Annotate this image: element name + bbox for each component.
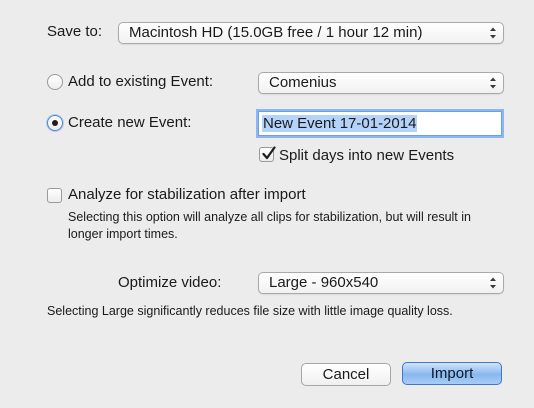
- new-event-name-value: New Event 17-01-2014: [262, 115, 418, 132]
- save-to-label: Save to:: [47, 23, 103, 40]
- optimize-video-label: Optimize video:: [118, 274, 222, 291]
- new-event-radio[interactable]: [47, 115, 63, 131]
- save-to-value: Macintosh HD (15.0GB free / 1 hour 12 mi…: [129, 24, 423, 41]
- stabilization-checkbox[interactable]: [47, 188, 62, 203]
- stabilization-description: Selecting this option will analyze all c…: [68, 210, 471, 241]
- new-event-label: Create new Event:: [68, 114, 192, 131]
- existing-event-label: Add to existing Event:: [68, 73, 214, 90]
- stabilization-label: Analyze for stabilization after import: [68, 186, 306, 203]
- up-down-arrows-icon: [490, 27, 496, 39]
- existing-event-popup[interactable]: Comenius: [258, 72, 504, 94]
- radio-selected-dot: [52, 120, 58, 126]
- optimize-video-description: Selecting Large significantly reduces fi…: [47, 304, 453, 318]
- import-button[interactable]: Import: [402, 362, 502, 385]
- optimize-video-value: Large - 960x540: [269, 274, 379, 291]
- save-to-popup[interactable]: Macintosh HD (15.0GB free / 1 hour 12 mi…: [118, 22, 504, 44]
- checkmark-icon: [262, 146, 276, 160]
- existing-event-radio[interactable]: [47, 74, 63, 90]
- split-days-checkbox[interactable]: [259, 146, 276, 162]
- optimize-video-popup[interactable]: Large - 960x540: [258, 272, 504, 294]
- split-days-label: Split days into new Events: [279, 147, 455, 164]
- up-down-arrows-icon: [490, 277, 496, 289]
- import-dialog: Save to: Macintosh HD (15.0GB free / 1 h…: [0, 0, 534, 408]
- up-down-arrows-icon: [490, 77, 496, 89]
- new-event-name-field[interactable]: New Event 17-01-2014: [258, 111, 502, 136]
- existing-event-value: Comenius: [269, 74, 337, 91]
- cancel-button[interactable]: Cancel: [301, 363, 391, 386]
